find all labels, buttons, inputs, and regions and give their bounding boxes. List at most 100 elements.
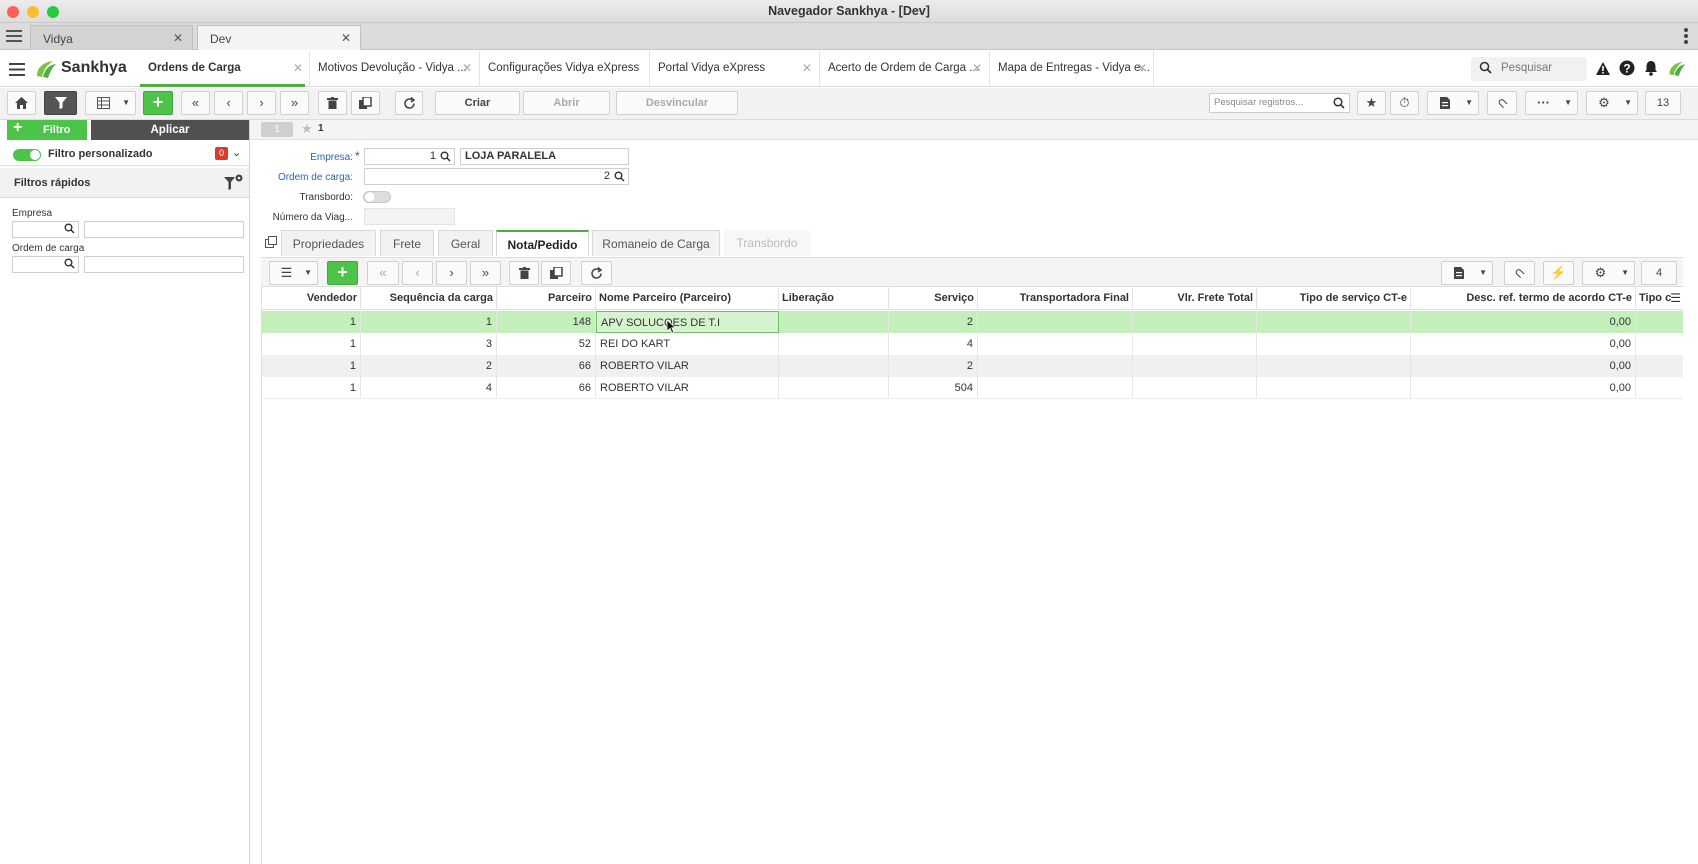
- add-record-button[interactable]: +: [143, 91, 173, 115]
- chevron-down-icon[interactable]: ⌄: [232, 146, 241, 159]
- more-actions-dropdown[interactable]: ··· ▼: [1525, 91, 1578, 115]
- empresa-filter-code-input[interactable]: [12, 221, 79, 238]
- hamburger-menu-icon[interactable]: [6, 29, 22, 46]
- next-record-button[interactable]: ›: [247, 91, 276, 115]
- app-menu-icon[interactable]: [9, 63, 25, 79]
- grid-last-button[interactable]: »: [470, 261, 501, 285]
- help-icon[interactable]: ?: [1619, 60, 1635, 79]
- grid-duplicate-button[interactable]: [541, 261, 571, 285]
- column-header-sequencia[interactable]: Sequência da carga: [361, 287, 497, 310]
- close-tab-icon[interactable]: ✕: [173, 31, 183, 45]
- grid-view-dropdown[interactable]: ☰ ▼: [269, 261, 318, 285]
- cell-nome-parceiro-active[interactable]: APV SOLUCOES DE T.I: [596, 311, 779, 333]
- first-record-button[interactable]: «: [181, 91, 210, 115]
- delete-record-button[interactable]: [318, 91, 347, 115]
- chevron-left-icon: ‹: [415, 265, 420, 280]
- search-icon[interactable]: [440, 151, 451, 167]
- ordem-filter-code-input[interactable]: [12, 256, 79, 273]
- grid-add-button[interactable]: +: [327, 261, 358, 285]
- add-filter-button[interactable]: + Filtro: [7, 119, 87, 140]
- table-row[interactable]: 1 3 52 REI DO KART 4 0,00: [262, 333, 1683, 355]
- tab-transbordo[interactable]: Transbordo: [724, 230, 810, 256]
- close-tab-icon[interactable]: ✕: [341, 31, 351, 45]
- close-tab-icon[interactable]: ✕: [462, 61, 472, 75]
- grid-action-button[interactable]: ⚡: [1543, 261, 1574, 285]
- app-tab-mapa-entregas[interactable]: Mapa de Entregas - Vidya e... ✕: [989, 51, 1154, 87]
- ordem-carga-input[interactable]: 2: [364, 168, 629, 185]
- browser-tab-vidya[interactable]: Vidya ✕: [30, 25, 193, 50]
- notifications-bell-icon[interactable]: [1643, 60, 1659, 79]
- app-tab-portal[interactable]: Portal Vidya eXpress ✕: [649, 51, 814, 87]
- grid-first-button[interactable]: «: [367, 261, 399, 285]
- column-header-transportadora[interactable]: Transportadora Final: [978, 287, 1133, 310]
- app-tab-ordens-de-carga[interactable]: Ordens de Carga ✕: [140, 51, 305, 87]
- column-menu-icon[interactable]: ☰: [1670, 291, 1681, 305]
- column-header-servico[interactable]: Serviço: [889, 287, 978, 310]
- sankhya-logo-icon[interactable]: [34, 58, 58, 83]
- grid-next-button[interactable]: ›: [436, 261, 467, 285]
- app-tab-configuracoes[interactable]: Configurações Vidya eXpress: [479, 51, 644, 87]
- view-mode-dropdown[interactable]: ▼: [85, 91, 136, 115]
- grid-settings-dropdown[interactable]: ⚙ ▼: [1582, 261, 1635, 285]
- custom-filter-toggle[interactable]: [13, 149, 41, 161]
- window-titlebar: Navegador Sankhya - [Dev]: [0, 0, 1698, 23]
- page-indicator[interactable]: 1: [261, 122, 293, 137]
- apply-filter-button[interactable]: Aplicar: [91, 120, 249, 140]
- column-header-parceiro[interactable]: Parceiro: [497, 287, 596, 310]
- app-tab-acerto-ordem[interactable]: Acerto de Ordem de Carga ... ✕: [819, 51, 984, 87]
- sankhya-small-logo-icon[interactable]: [1667, 59, 1687, 81]
- close-tab-icon[interactable]: ✕: [293, 61, 303, 75]
- search-icon[interactable]: [614, 171, 625, 187]
- filter-toggle-button[interactable]: [44, 91, 77, 115]
- close-tab-icon[interactable]: ✕: [1137, 61, 1147, 75]
- settings-dropdown[interactable]: ⚙ ▼: [1586, 91, 1638, 115]
- column-header-nome-parceiro[interactable]: Nome Parceiro (Parceiro): [596, 287, 779, 310]
- column-header-vlr-frete[interactable]: Vlr. Frete Total: [1133, 287, 1257, 310]
- attachment-button[interactable]: ⊂: [1487, 91, 1517, 115]
- tab-nota-pedido[interactable]: Nota/Pedido: [496, 230, 589, 256]
- duplicate-record-button[interactable]: [351, 91, 380, 115]
- more-vertical-icon[interactable]: [1683, 27, 1689, 48]
- table-row[interactable]: 1 4 66 ROBERTO VILAR 504 0,00: [262, 377, 1683, 399]
- transbordo-toggle[interactable]: [363, 191, 391, 203]
- browser-tab-dev[interactable]: Dev ✕: [197, 25, 361, 50]
- grid-refresh-button[interactable]: [581, 261, 612, 285]
- grid-header: Vendedor Sequência da carga Parceiro Nom…: [262, 287, 1683, 310]
- close-tab-icon[interactable]: ✕: [972, 61, 982, 75]
- previous-record-button[interactable]: ‹: [214, 91, 243, 115]
- home-button[interactable]: [7, 91, 36, 115]
- column-header-vendedor[interactable]: Vendedor: [262, 287, 361, 310]
- tab-geral[interactable]: Geral: [438, 230, 493, 256]
- empresa-filter-name-input[interactable]: [84, 221, 244, 238]
- star-icon[interactable]: ★: [301, 121, 313, 137]
- grid-report-dropdown[interactable]: ▼: [1441, 261, 1493, 285]
- table-row[interactable]: 1 1 148 APV SOLUCOES DE T.I 2 0,00: [262, 311, 1683, 333]
- abrir-viagem-button[interactable]: Abrir Viagem: [523, 91, 610, 131]
- last-record-button[interactable]: »: [280, 91, 309, 115]
- tab-frete[interactable]: Frete: [380, 230, 434, 256]
- ordem-filter-name-input[interactable]: [84, 256, 244, 273]
- refresh-button[interactable]: [395, 91, 423, 115]
- close-tab-icon[interactable]: ✕: [802, 61, 812, 75]
- grid-delete-button[interactable]: [509, 261, 539, 285]
- app-tab-motivos-devolucao[interactable]: Motivos Devolução - Vidya ... ✕: [309, 51, 474, 87]
- favorite-button[interactable]: ★: [1357, 91, 1386, 115]
- column-header-liberacao[interactable]: Liberação: [779, 287, 889, 310]
- grid-previous-button[interactable]: ‹: [402, 261, 433, 285]
- grid-attachment-button[interactable]: ⊂: [1504, 261, 1535, 285]
- history-button[interactable]: ⏱: [1390, 91, 1419, 115]
- record-search-input[interactable]: Pesquisar registros...: [1209, 93, 1350, 113]
- column-header-desc-ref[interactable]: Desc. ref. termo de acordo CT-e: [1411, 287, 1636, 310]
- empresa-code-input[interactable]: 1: [364, 148, 455, 165]
- criar-viagem-button[interactable]: Criar Viagem: [435, 91, 520, 131]
- filter-settings-icon[interactable]: [224, 174, 244, 195]
- tab-propriedades[interactable]: Propriedades: [281, 230, 376, 256]
- report-dropdown-button[interactable]: ▼: [1427, 91, 1479, 115]
- desvincular-viagem-button[interactable]: Desvincular Viagem: [616, 91, 738, 131]
- tab-romaneio-de-carga[interactable]: Romaneio de Carga: [592, 230, 720, 256]
- alert-icon[interactable]: [1595, 61, 1611, 79]
- global-search-input[interactable]: Pesquisar: [1471, 57, 1587, 81]
- column-header-tipo-servico[interactable]: Tipo de serviço CT-e: [1257, 287, 1411, 310]
- copy-window-icon[interactable]: [265, 236, 277, 251]
- table-row[interactable]: 1 2 66 ROBERTO VILAR 2 0,00: [262, 355, 1683, 377]
